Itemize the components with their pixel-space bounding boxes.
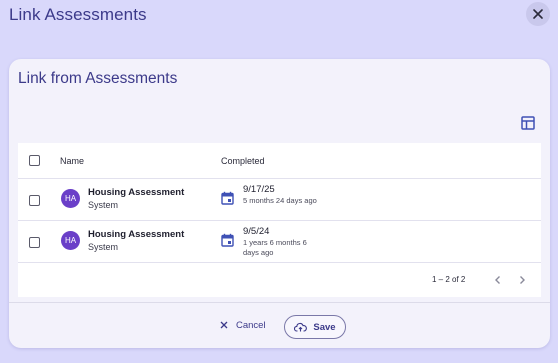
close-icon [533,9,543,19]
completed-ago: 5 months 24 days ago [243,196,317,205]
completed-date: 9/5/24 [243,226,270,237]
chevron-left-icon [495,276,500,284]
next-page-button[interactable] [516,273,528,285]
assessment-name: Housing Assessment [88,187,185,198]
chevron-right-icon [520,276,525,284]
cancel-label: Cancel [236,319,266,331]
pagination-range: 1 – 2 of 2 [432,275,466,284]
column-header-completed: Completed [221,156,265,166]
table-layout-button[interactable] [520,115,536,131]
column-header-name: Name [60,156,85,166]
dialog-footer: Cancel Save [9,302,550,348]
x-icon [220,321,228,329]
completed-ago: 1 years 6 months 6 days ago [243,238,307,257]
card-title: Link from Assessments [18,70,178,87]
avatar: HA [61,189,80,208]
save-label: Save [313,321,336,333]
assessment-source: System [88,200,119,210]
table-header: Name Completed [18,143,541,179]
completed-date: 9/17/25 [243,184,275,195]
close-button[interactable] [526,2,550,26]
calendar-icon [221,191,234,205]
cancel-button[interactable]: Cancel [220,317,266,333]
table-row[interactable]: HA Housing Assessment System 9/17/25 5 m… [18,179,541,221]
avatar: HA [61,231,80,250]
assessments-table: Name Completed HA Housing Assessment Sys… [18,143,541,297]
assessments-card: Link from Assessments Name Completed HA … [9,59,550,348]
select-all-checkbox[interactable] [29,155,40,166]
table-row[interactable]: HA Housing Assessment System 9/5/24 1 ye… [18,221,541,263]
cloud-upload-icon [294,322,308,332]
save-button[interactable]: Save [284,315,346,339]
previous-page-button[interactable] [492,273,504,285]
calendar-icon [221,233,234,247]
assessment-source: System [88,242,119,252]
dialog-title: Link Assessments [9,5,147,24]
assessment-name: Housing Assessment [88,229,185,240]
row-checkbox[interactable] [29,237,40,248]
row-checkbox[interactable] [29,195,40,206]
table-layout-icon [521,116,535,130]
